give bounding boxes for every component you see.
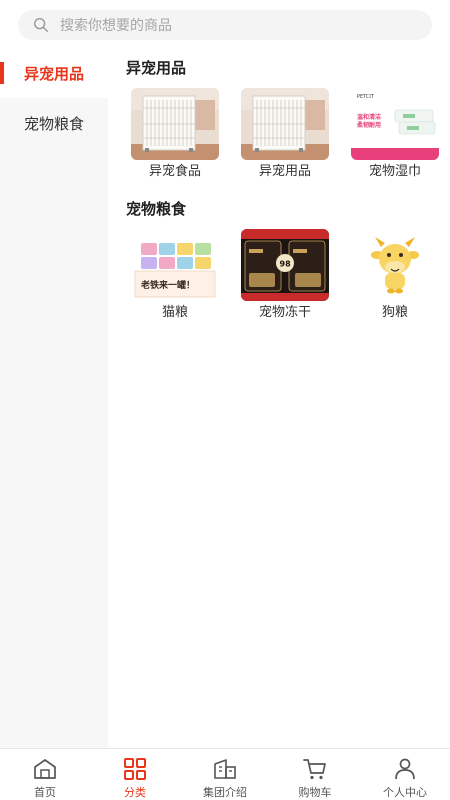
product-grid: 老铁来一罐！ 猫粮 98 宠物冻干 狗粮 — [120, 229, 450, 322]
product-thumbnail: 98 — [241, 229, 329, 301]
category-sidebar: 异宠用品 宠物粮食 — [0, 48, 108, 748]
svg-text:PETCIT: PETCIT — [357, 94, 375, 100]
tab-label: 分类 — [124, 786, 146, 799]
product-thumbnail — [131, 88, 219, 160]
tab-cart[interactable]: 购物车 — [270, 749, 360, 800]
sidebar-item-exotic-pet-supplies[interactable]: 异宠用品 — [0, 48, 108, 98]
search-bar: 搜索你想要的商品 — [0, 0, 450, 48]
svg-text:老铁来一罐！: 老铁来一罐！ — [140, 279, 195, 291]
pet-cage-photo — [131, 88, 219, 160]
sidebar-item-label: 异宠用品 — [23, 64, 84, 83]
tab-category[interactable]: 分类 — [90, 749, 180, 800]
product-thumbnail: PETCIT 温和清洁 柔韧耐用 — [351, 88, 439, 160]
category-item-label: 狗粮 — [381, 305, 408, 320]
tab-label: 首页 — [34, 786, 56, 799]
category-item-exotic-food[interactable]: 异宠食品 — [120, 88, 230, 181]
freeze-dried-photo: 98 — [241, 229, 329, 301]
category-item-label: 宠物冻干 — [258, 305, 311, 320]
category-content: 异宠用品 异宠食品 异宠用品 PETCIT 温和清洁 柔韧耐用 宠物湿巾 宠物粮… — [108, 48, 450, 748]
category-item-dog-food[interactable]: 狗粮 — [340, 229, 450, 322]
tab-group-intro[interactable]: 集团介绍 — [180, 749, 270, 800]
sidebar-item-pet-food[interactable]: 宠物粮食 — [0, 98, 108, 148]
search-input[interactable]: 搜索你想要的商品 — [18, 10, 432, 40]
pet-cage-photo — [241, 88, 329, 160]
category-grid-icon — [124, 758, 146, 780]
category-item-label: 异宠食品 — [148, 164, 201, 179]
cart-icon — [303, 759, 326, 780]
category-item-label: 异宠用品 — [258, 164, 311, 179]
category-item-cat-food[interactable]: 老铁来一罐！ 猫粮 — [120, 229, 230, 322]
tab-home[interactable]: 首页 — [0, 749, 90, 800]
tab-label: 集团介绍 — [203, 786, 247, 799]
building-icon — [214, 759, 236, 779]
search-placeholder: 搜索你想要的商品 — [60, 18, 172, 34]
section-title: 宠物粮食 — [126, 200, 187, 218]
product-thumbnail: 老铁来一罐！ — [131, 229, 219, 301]
person-icon — [395, 758, 415, 780]
bottom-tab-bar: 首页 分类 集团介绍 购物车 个人中心 — [0, 748, 450, 800]
search-icon — [33, 17, 49, 33]
section-title: 异宠用品 — [126, 59, 187, 77]
category-item-label: 猫粮 — [161, 305, 188, 320]
category-item-pet-wipes[interactable]: PETCIT 温和清洁 柔韧耐用 宠物湿巾 — [340, 88, 450, 181]
svg-text:温和清洁: 温和清洁 — [357, 113, 381, 121]
pet-wipes-photo: PETCIT 温和清洁 柔韧耐用 — [351, 88, 439, 160]
category-item-exotic-supplies[interactable]: 异宠用品 — [230, 88, 340, 181]
product-grid: 异宠食品 异宠用品 PETCIT 温和清洁 柔韧耐用 宠物湿巾 — [120, 88, 450, 181]
cartoon-calf-mascot — [351, 229, 439, 301]
svg-text:98: 98 — [280, 260, 292, 269]
tab-label: 购物车 — [298, 786, 332, 799]
sidebar-item-label: 宠物粮食 — [23, 114, 84, 133]
tab-label: 个人中心 — [383, 786, 427, 799]
tab-profile[interactable]: 个人中心 — [360, 749, 450, 800]
cat-cans-photo: 老铁来一罐！ — [131, 229, 219, 301]
category-item-freeze-dried[interactable]: 98 宠物冻干 — [230, 229, 340, 322]
category-item-label: 宠物湿巾 — [368, 164, 421, 179]
svg-text:柔韧耐用: 柔韧耐用 — [356, 121, 381, 129]
home-icon — [34, 759, 56, 779]
product-thumbnail — [241, 88, 329, 160]
product-thumbnail — [351, 229, 439, 301]
